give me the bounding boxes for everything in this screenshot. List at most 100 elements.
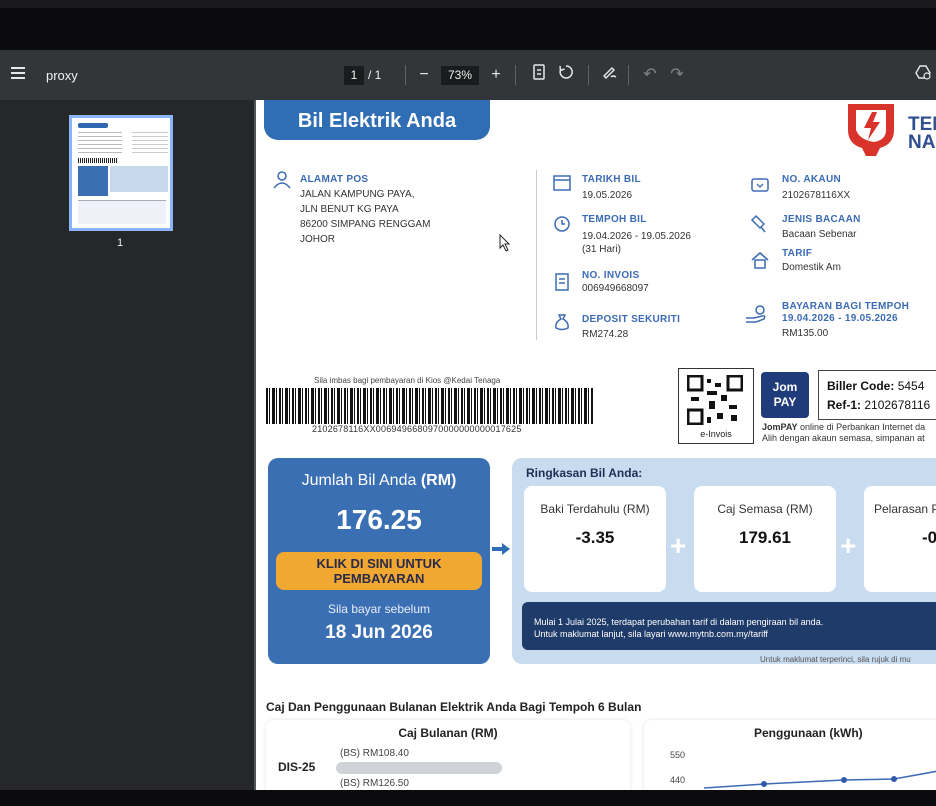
tariff-value: Domestik Am <box>782 262 841 273</box>
bill-period-days: (31 Hari) <box>582 244 621 255</box>
card-value: -0 <box>922 528 936 547</box>
barcode-number: 2102678116XX0069496680970000000000017625 <box>312 424 522 434</box>
fit-page-icon[interactable] <box>528 64 550 86</box>
total-bill-panel: Jumlah Bil Anda (RM) 176.25 KLIK DI SINI… <box>268 458 490 664</box>
einvoice-label: e-Invois <box>700 429 732 439</box>
payment-period-dates: 19.04.2026 - 19.05.2026 <box>782 313 898 324</box>
account-label: NO. AKAUN <box>782 174 841 185</box>
tnb-logo-icon <box>848 104 894 156</box>
address-line: JLN BENUT KG PAYA <box>300 204 399 215</box>
mouse-cursor-icon <box>499 234 511 252</box>
plus-icon: + <box>670 530 687 561</box>
person-icon <box>273 171 291 189</box>
biller-code-box: Biller Code: 5454 Ref-1: 2102678116 <box>818 370 936 420</box>
invoice-icon <box>555 273 569 291</box>
save-drive-icon[interactable] <box>912 64 934 86</box>
address-line: JALAN KAMPUNG PAYA, <box>300 189 415 200</box>
barcode <box>266 388 594 424</box>
jompay-instructions: JomPAY online di Perbankan Internet da Al… <box>762 422 926 443</box>
panel-title: Caj Bulanan (RM) <box>398 726 498 740</box>
charge-line: (BS) RM108.40 <box>340 748 409 759</box>
page-thumbnail[interactable] <box>69 115 173 231</box>
deposit-label: DEPOSIT SEKURITI <box>582 314 681 325</box>
zoom-input[interactable]: 73% <box>441 66 479 85</box>
card-label: Baki Terdahulu (RM) <box>540 502 650 516</box>
usage-line <box>704 770 936 789</box>
menu-icon[interactable] <box>11 67 25 83</box>
money-bag-icon <box>555 314 569 331</box>
y-tick: 440 <box>670 775 686 785</box>
page-number-input[interactable]: 1 <box>344 66 364 85</box>
payment-period-label: BAYARAN BAGI TEMPOH <box>782 301 910 312</box>
barcode-caption: Sila imbas bagi pembayaran di Kios @Keda… <box>314 376 501 385</box>
pdf-viewer[interactable]: Bil Elektrik Anda TENNA ALAMAT POS JALAN… <box>254 100 936 790</box>
summary-card-previous: Baki Terdahulu (RM) -3.35 <box>524 486 666 592</box>
charge-line: (BS) RM126.50 <box>340 778 409 789</box>
undo-icon[interactable]: ↶ <box>639 64 661 86</box>
reading-type-value: Bacaan Sebenar <box>782 229 857 240</box>
annotate-icon[interactable] <box>599 64 621 86</box>
due-label: Sila bayar sebelum <box>327 602 431 616</box>
panel-title: Penggunaan (kWh) <box>754 726 863 740</box>
window-strip <box>0 0 936 8</box>
card-value: 179.61 <box>739 528 791 547</box>
zoom-in-icon[interactable]: + <box>485 64 507 86</box>
page-total-value: 1 <box>374 68 382 82</box>
card-value: -3.35 <box>575 528 615 547</box>
bill-header: Bil Elektrik Anda <box>264 100 490 140</box>
calendar-icon <box>553 175 571 191</box>
qr-code-icon <box>687 375 743 425</box>
summary-card-current: Caj Semasa (RM) 179.61 <box>694 486 836 592</box>
address-label: ALAMAT POS <box>300 174 369 185</box>
einvoice-qr: e-Invois <box>678 368 754 444</box>
tariff-notice: Mulai 1 Julai 2025, terdapat perubahan t… <box>522 602 936 650</box>
bill-date-value: 19.05.2026 <box>582 190 633 201</box>
meter-icon <box>750 214 766 233</box>
zoom-out-icon[interactable]: − <box>413 64 435 86</box>
divider <box>588 65 589 85</box>
invoice-value: 006949668097 <box>582 283 649 294</box>
divider <box>628 65 629 85</box>
account-value: 2102678116XX <box>782 190 851 201</box>
monthly-charges-panel: Caj Bulanan (RM) DIS-25 (BS) RM108.40 (B… <box>266 720 630 790</box>
wallet-icon <box>751 178 769 192</box>
plus-icon: + <box>840 530 857 561</box>
hand-coin-icon <box>746 305 766 323</box>
fine-print: Untuk maklumat terperinci, sila rujuk di… <box>760 655 911 664</box>
total-amount: 176.25 <box>336 504 422 535</box>
bottom-bar <box>0 790 936 806</box>
total-label: Jumlah Bil Anda (RM) <box>301 472 457 489</box>
deposit-value: RM274.28 <box>582 329 629 340</box>
card-label: Pelarasan Pe <box>874 502 936 516</box>
bill-period-label: TEMPOH BIL <box>582 214 647 225</box>
house-icon <box>751 251 769 269</box>
rotate-icon[interactable] <box>555 64 577 86</box>
due-date: 18 Jun 2026 <box>325 622 433 643</box>
divider <box>536 170 537 340</box>
divider <box>515 65 516 85</box>
thumbnail-label: 1 <box>117 237 124 249</box>
reading-type-label: JENIS BACAAN <box>782 214 861 225</box>
page-total: / 1 <box>368 68 382 82</box>
jompay-logo: Jom PAY <box>761 372 809 418</box>
browser-top-area <box>0 0 936 50</box>
brand-text: TENNA <box>908 114 936 153</box>
redo-icon[interactable]: ↷ <box>666 64 688 86</box>
pay-button[interactable]: KLIK DI SINI UNTUK PEMBAYARAN <box>276 552 482 590</box>
pdf-toolbar: proxy 1 / 1 − 73% + ↶ ↷ <box>0 50 936 100</box>
section-title: Caj Dan Penggunaan Bulanan Elektrik Anda… <box>266 700 642 714</box>
address-line: 86200 SIMPANG RENGGAM <box>300 219 431 230</box>
usage-panel: Penggunaan (kWh) 550 440 <box>644 720 936 790</box>
document-title: proxy <box>46 68 78 83</box>
charge-bar <box>336 762 502 774</box>
charge-tag: DIS-25 <box>278 760 316 774</box>
tariff-label: TARIF <box>782 248 813 259</box>
bill-summary-panel: Ringkasan Bil Anda: Baki Terdahulu (RM) … <box>512 458 936 664</box>
arrow-right-icon <box>492 543 510 555</box>
card-label: Caj Semasa (RM) <box>717 502 813 516</box>
y-tick: 550 <box>670 750 686 760</box>
summary-title: Ringkasan Bil Anda: <box>526 466 643 480</box>
pdf-page: Bil Elektrik Anda TENNA ALAMAT POS JALAN… <box>256 100 936 790</box>
payment-period-value: RM135.00 <box>782 328 829 339</box>
clock-icon <box>554 216 570 232</box>
